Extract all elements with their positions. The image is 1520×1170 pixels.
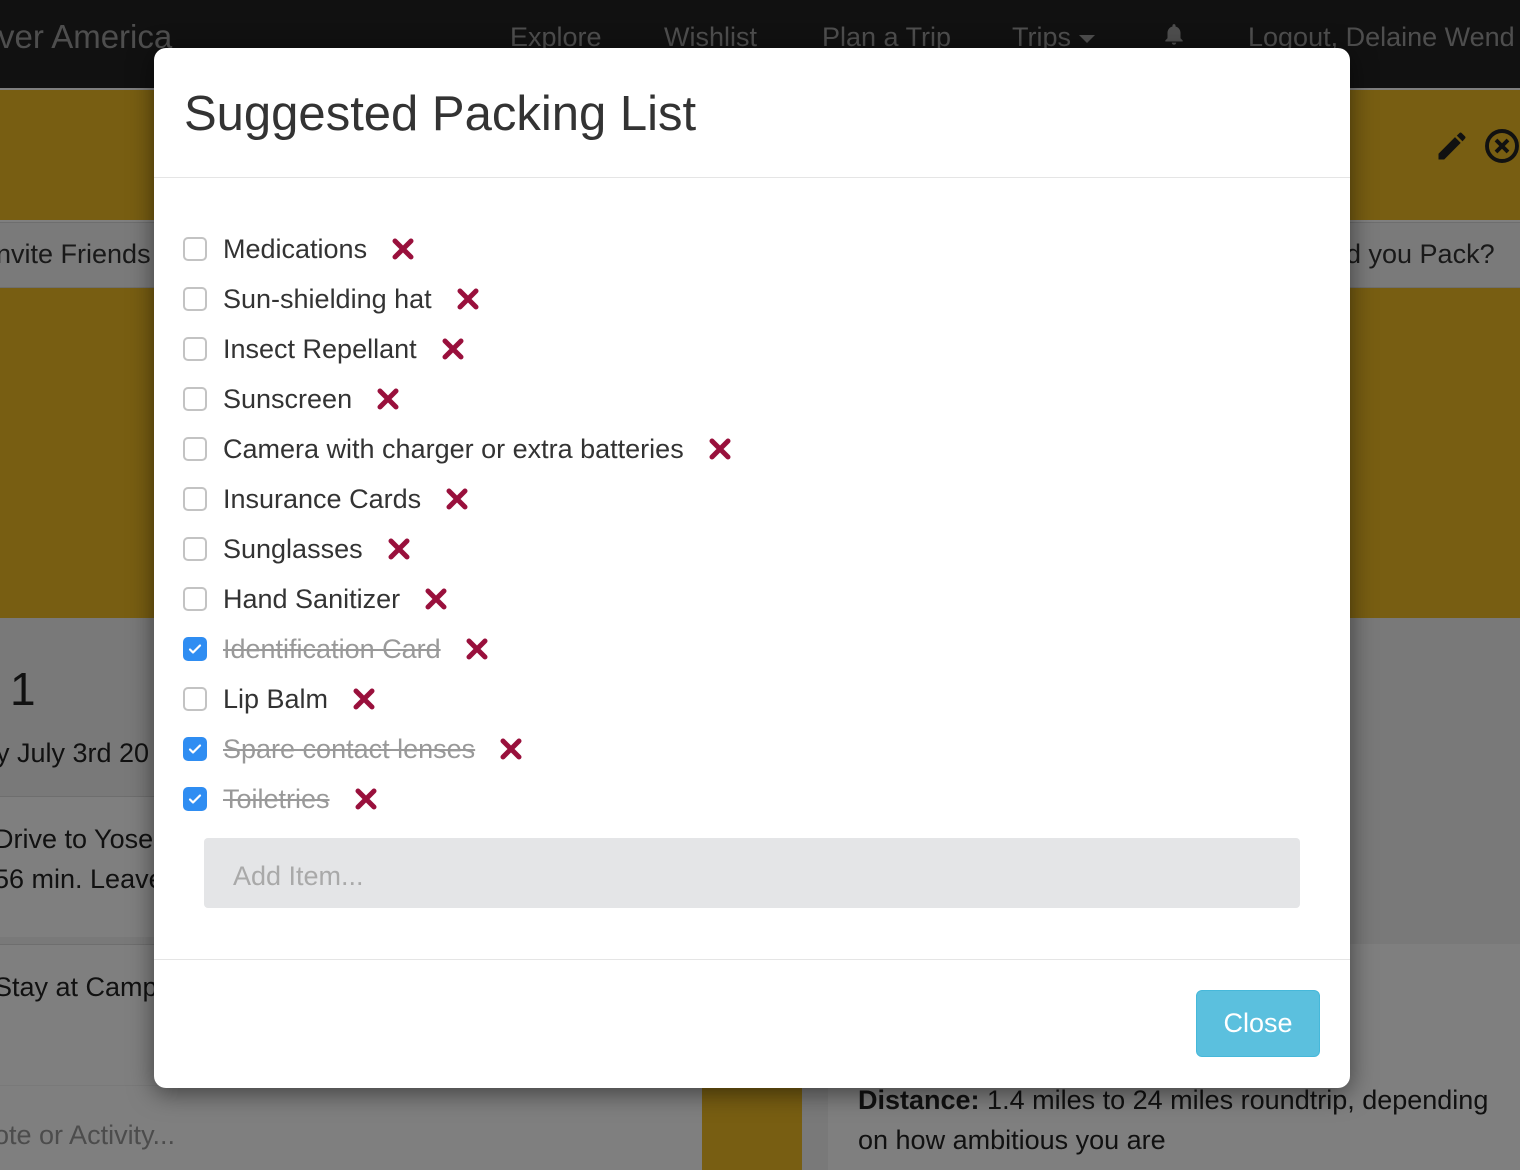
list-item: Medications xyxy=(183,229,417,269)
item-checkbox[interactable] xyxy=(183,787,207,811)
delete-item-icon[interactable] xyxy=(350,685,378,713)
item-label: Insect Repellant xyxy=(223,333,417,364)
item-checkbox[interactable] xyxy=(183,637,207,661)
x-mark-icon xyxy=(500,738,522,760)
delete-item-icon[interactable] xyxy=(463,635,491,663)
list-item: Sun-shielding hat xyxy=(183,279,482,319)
add-item-input[interactable] xyxy=(204,838,1300,908)
item-label: Sunscreen xyxy=(223,383,353,414)
x-mark-icon xyxy=(442,338,464,360)
delete-item-icon[interactable] xyxy=(385,535,413,563)
item-checkbox[interactable] xyxy=(183,537,207,561)
x-mark-icon xyxy=(425,588,447,610)
item-checkbox[interactable] xyxy=(183,487,207,511)
check-icon xyxy=(188,744,202,754)
list-item: Hand Sanitizer xyxy=(183,579,450,619)
item-label: Lip Balm xyxy=(223,683,329,714)
delete-item-icon[interactable] xyxy=(352,785,380,813)
item-checkbox[interactable] xyxy=(183,587,207,611)
list-item: Lip Balm xyxy=(183,679,378,719)
item-label: Camera with charger or extra batteries xyxy=(223,433,684,464)
delete-item-icon[interactable] xyxy=(439,335,467,363)
x-mark-icon xyxy=(353,688,375,710)
list-item: Sunglasses xyxy=(183,529,413,569)
modal-title: Suggested Packing List xyxy=(184,87,697,141)
item-label: Sun-shielding hat xyxy=(223,283,432,314)
item-checkbox[interactable] xyxy=(183,237,207,261)
item-label: Identification Card xyxy=(223,633,441,664)
item-checkbox[interactable] xyxy=(183,337,207,361)
list-item: Identification Card xyxy=(183,629,491,669)
item-label: Insurance Cards xyxy=(223,483,422,514)
item-checkbox[interactable] xyxy=(183,687,207,711)
item-checkbox[interactable] xyxy=(183,737,207,761)
delete-item-icon[interactable] xyxy=(706,435,734,463)
item-checkbox[interactable] xyxy=(183,437,207,461)
check-icon xyxy=(188,794,202,804)
modal-footer-divider xyxy=(154,959,1350,960)
delete-item-icon[interactable] xyxy=(443,485,471,513)
item-label: Hand Sanitizer xyxy=(223,583,401,614)
x-mark-icon xyxy=(355,788,377,810)
x-mark-icon xyxy=(466,638,488,660)
x-mark-icon xyxy=(388,538,410,560)
x-mark-icon xyxy=(392,238,414,260)
x-mark-icon xyxy=(457,288,479,310)
list-item: Spare contact lenses xyxy=(183,729,525,769)
item-label: Medications xyxy=(223,233,368,264)
delete-item-icon[interactable] xyxy=(374,385,402,413)
packing-list-modal: Suggested Packing List Medications Sun-sh… xyxy=(154,48,1350,1088)
item-label: Toiletries xyxy=(223,783,330,814)
close-button[interactable]: Close xyxy=(1196,990,1320,1057)
x-mark-icon xyxy=(709,438,731,460)
delete-item-icon[interactable] xyxy=(422,585,450,613)
modal-header: Suggested Packing List xyxy=(154,48,1350,178)
delete-item-icon[interactable] xyxy=(389,235,417,263)
list-item: Toiletries xyxy=(183,779,380,819)
delete-item-icon[interactable] xyxy=(497,735,525,763)
item-label: Sunglasses xyxy=(223,533,363,564)
x-mark-icon xyxy=(446,488,468,510)
item-label: Spare contact lenses xyxy=(223,733,476,764)
delete-item-icon[interactable] xyxy=(454,285,482,313)
item-checkbox[interactable] xyxy=(183,287,207,311)
x-mark-icon xyxy=(377,388,399,410)
check-icon xyxy=(188,644,202,654)
list-item: Camera with charger or extra batteries xyxy=(183,429,734,469)
list-item: Insurance Cards xyxy=(183,479,471,519)
item-checkbox[interactable] xyxy=(183,387,207,411)
list-item: Sunscreen xyxy=(183,379,402,419)
list-item: Insect Repellant xyxy=(183,329,467,369)
